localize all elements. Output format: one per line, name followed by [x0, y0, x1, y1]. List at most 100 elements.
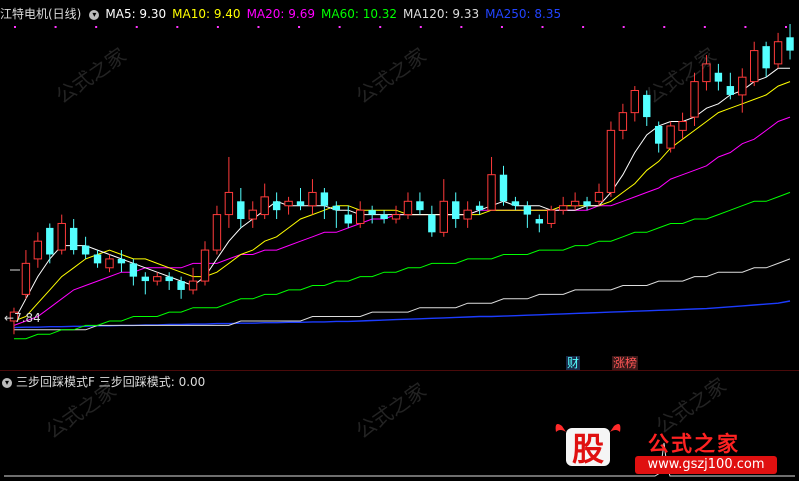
candle-body-down [81, 245, 90, 255]
ma10-label: MA10: 9.40 [172, 7, 241, 21]
indicator-value: 三步回踩模式: 0.00 [98, 375, 206, 389]
candle-body-up [391, 214, 401, 220]
ma5-label: MA5: 9.30 [105, 7, 167, 21]
signal-dot [298, 26, 301, 28]
signal-dot [460, 26, 463, 28]
candle-body-up [248, 209, 257, 220]
candle-body-up [188, 280, 198, 291]
candle-body-up [105, 258, 114, 269]
candle-body-down [117, 258, 126, 264]
candle-body-up [33, 240, 43, 260]
logo-glyph: 股 [572, 430, 604, 468]
candle-body-up [678, 121, 687, 131]
ma20-label: MA20: 9.69 [246, 7, 315, 21]
signal-dot [14, 26, 16, 28]
ma250-label: MA250: 8.35 [485, 7, 562, 21]
candle-body-down [272, 201, 281, 211]
signal-dot [500, 26, 503, 28]
candle-body-up [666, 125, 675, 149]
candle-body-down [535, 219, 544, 224]
candle-body-down [93, 254, 102, 264]
signal-dot [216, 26, 219, 28]
candle-body-down [583, 201, 591, 206]
signal-dot [176, 26, 179, 28]
candle-body-down [511, 201, 520, 206]
ma120-label: MA120: 9.33 [403, 7, 480, 21]
candle-body-down [726, 86, 735, 95]
ma5-line [13, 67, 790, 322]
ma-legend: 江特电机(日线) ▾ MA5: 9.30 MA10: 9.40 MA20: 9.69 MA… [0, 5, 567, 21]
candle-body-down [344, 214, 352, 224]
signal-dot [541, 26, 544, 28]
candle-body-down [177, 281, 185, 290]
ma60-label: MA60: 10.32 [321, 7, 398, 21]
brand-url[interactable]: www.gszj100.com [635, 456, 777, 474]
signal-dot [622, 26, 625, 28]
settings-toggle-icon[interactable]: ▾ [89, 9, 100, 20]
candle-body-down [380, 214, 388, 220]
candle-body-up [57, 222, 66, 251]
candle-body-up [594, 191, 604, 202]
signal-dot [338, 26, 341, 28]
signal-dot [419, 26, 422, 28]
stock-title: 江特电机(日线) [0, 7, 82, 21]
candle-body-down [237, 201, 245, 220]
signal-dot [379, 26, 382, 28]
candle-body-up [773, 41, 783, 65]
candle-body-down [762, 46, 770, 69]
signal-dot [95, 26, 98, 28]
candle-body-up [606, 129, 616, 193]
candle-body-up [690, 81, 699, 118]
candle-body-up [224, 191, 234, 216]
indicator-toggle-icon[interactable]: ▾ [2, 377, 12, 388]
low-price-label: ←7.84 [4, 311, 41, 325]
candle-body-up [439, 200, 448, 233]
candle-body-down [452, 201, 460, 220]
candle-body-up [547, 209, 556, 224]
candle-body-down [368, 210, 376, 215]
candle-body-down [46, 227, 54, 255]
candle-body-up [463, 209, 472, 220]
candle-body-down [786, 37, 794, 51]
candle-body-down [654, 125, 663, 144]
candle-body-up [212, 214, 222, 251]
candle-body-down [332, 205, 341, 211]
candle-body-down [165, 276, 173, 282]
signal-dot [257, 26, 260, 28]
candle-body-down [499, 174, 508, 202]
candle-body-up [356, 209, 365, 224]
candle-body-up [487, 174, 496, 211]
candle-body-up [21, 262, 31, 295]
candle-body-down [320, 192, 329, 206]
candle-body-down [428, 214, 436, 233]
candle-body-down [523, 205, 532, 215]
candle-body-up [403, 200, 413, 216]
candle-body-up [630, 89, 640, 114]
signal-dot [744, 26, 747, 28]
candle-body-down [69, 227, 78, 251]
low-price-value: 7.84 [14, 311, 41, 325]
candle-body-up [200, 249, 210, 282]
signal-dot [54, 26, 57, 28]
candle-body-up [750, 50, 759, 83]
candle-body-up [738, 76, 747, 96]
candle-body-up [308, 191, 317, 207]
candle-body-down [416, 201, 424, 211]
candle-body-up [570, 200, 580, 207]
signal-dot [135, 26, 138, 28]
signal-dot [785, 26, 787, 28]
stock-logo-icon: 股 [555, 424, 621, 468]
candle-body-down [475, 205, 484, 211]
finance-marker[interactable]: 财 [566, 356, 581, 370]
signal-dot [663, 26, 666, 28]
ma250-line [13, 300, 791, 329]
candle-body-down [129, 263, 138, 277]
signal-dot [703, 26, 706, 28]
candle-body-down [714, 72, 723, 82]
brand-name: 公式之家 [648, 431, 740, 456]
limit-up-marker[interactable]: 涨榜 [612, 356, 639, 370]
candle-body-up [618, 112, 628, 131]
candle-body-up [284, 200, 293, 207]
candle-body-down [141, 276, 150, 282]
indicator-name: 三步回踩模式F [16, 375, 95, 389]
